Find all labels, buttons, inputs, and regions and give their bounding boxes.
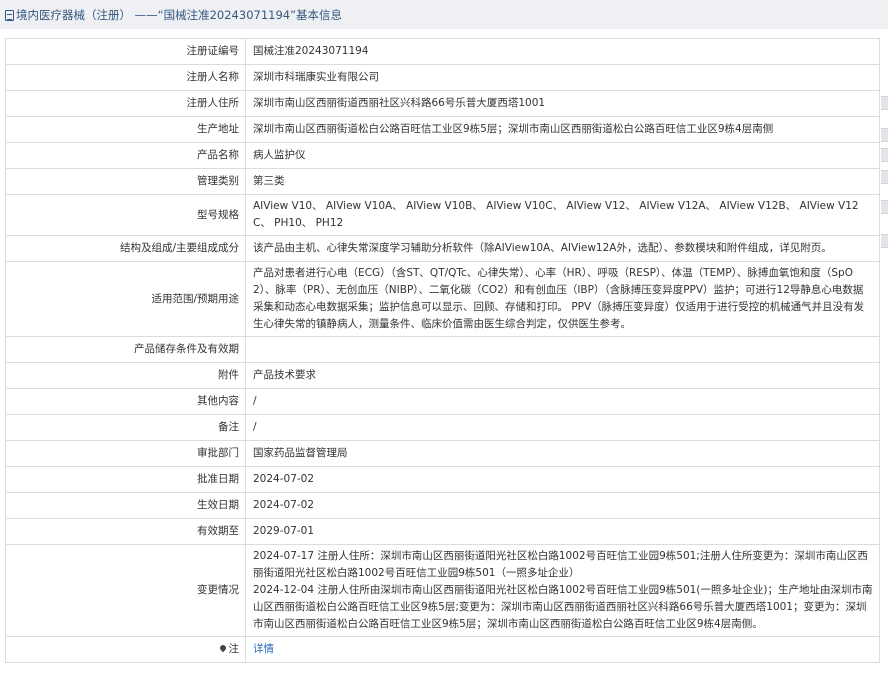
table-row: 其他内容 /: [5, 388, 880, 415]
row-value: 2024-07-02: [245, 466, 880, 493]
row-value: 2029-07-01: [245, 518, 880, 545]
row-label: 生效日期: [5, 492, 246, 519]
row-label: 产品储存条件及有效期: [5, 336, 246, 363]
table-row: 批准日期 2024-07-02: [5, 466, 880, 493]
note-label: 注: [5, 636, 246, 663]
table-row: 结构及组成/主要组成成分 该产品由主机、心律失常深度学习辅助分析软件（除AIVi…: [5, 235, 880, 262]
change-entry: 2024-12-04 注册人住所由深圳市南山区西丽街道阳光社区松白路1002号百…: [253, 584, 873, 630]
row-value: 国家药品监督管理局: [245, 440, 880, 467]
side-scroll-marker[interactable]: [881, 96, 888, 110]
table-row: 注册证编号 国械注准20243071194: [5, 38, 880, 65]
info-table: 注册证编号 国械注准20243071194 注册人名称 深圳市科瑞康实业有限公司…: [5, 38, 880, 663]
side-scroll-marker[interactable]: [881, 128, 888, 142]
change-history: 2024-07-17 注册人住所：深圳市南山区西丽街道阳光社区松白路1002号百…: [245, 544, 880, 637]
row-label: 管理类别: [5, 168, 246, 195]
table-row: 产品名称 病人监护仪: [5, 142, 880, 169]
row-label: 审批部门: [5, 440, 246, 467]
table-row: 有效期至 2029-07-01: [5, 518, 880, 545]
row-value: 深圳市南山区西丽街道松白公路百旺信工业区9栋5层；深圳市南山区西丽街道松白公路百…: [245, 116, 880, 143]
row-label: 注册人名称: [5, 64, 246, 91]
row-value: 深圳市科瑞康实业有限公司: [245, 64, 880, 91]
table-row: 产品储存条件及有效期: [5, 336, 880, 363]
table-row: 备注 /: [5, 414, 880, 441]
row-label: 产品名称: [5, 142, 246, 169]
table-row: 管理类别 第三类: [5, 168, 880, 195]
row-label: 注册人住所: [5, 90, 246, 117]
side-scroll-marker[interactable]: [881, 170, 888, 184]
row-value: 病人监护仪: [245, 142, 880, 169]
table-row: 生效日期 2024-07-02: [5, 492, 880, 519]
note-value: 详情: [245, 636, 880, 663]
change-entry: 2024-07-17 注册人住所：深圳市南山区西丽街道阳光社区松白路1002号百…: [253, 550, 868, 579]
table-row: 注册人住所 深圳市南山区西丽街道西丽社区兴科路66号乐普大厦西塔1001: [5, 90, 880, 117]
pin-icon: [218, 643, 227, 653]
row-value: /: [245, 414, 880, 441]
table-row: 注 详情: [5, 636, 880, 663]
row-label: 有效期至: [5, 518, 246, 545]
row-value: 2024-07-02: [245, 492, 880, 519]
row-label: 批准日期: [5, 466, 246, 493]
row-label: 生产地址: [5, 116, 246, 143]
row-label: 适用范围/预期用途: [5, 261, 246, 337]
row-label: 附件: [5, 362, 246, 389]
row-label: 其他内容: [5, 388, 246, 415]
side-scroll-marker[interactable]: [881, 234, 888, 248]
row-value: 深圳市南山区西丽街道西丽社区兴科路66号乐普大厦西塔1001: [245, 90, 880, 117]
table-row: 型号规格 AIView V10、 AIView V10A、 AIView V10…: [5, 194, 880, 236]
row-value: 产品对患者进行心电（ECG）（含ST、QT/QTc、心律失常）、心率（HR）、呼…: [245, 261, 880, 337]
table-row: 注册人名称 深圳市科瑞康实业有限公司: [5, 64, 880, 91]
row-label: 型号规格: [5, 194, 246, 236]
side-scroll-marker[interactable]: [881, 148, 888, 162]
row-label: 变更情况: [5, 544, 246, 637]
row-label: 注册证编号: [5, 38, 246, 65]
row-label: 备注: [5, 414, 246, 441]
row-value: 国械注准20243071194: [245, 38, 880, 65]
title-bar: 境内医疗器械（注册） ——“国械注准20243071194”基本信息: [0, 0, 888, 29]
row-value: 该产品由主机、心律失常深度学习辅助分析软件（除AIView10A、AIView1…: [245, 235, 880, 262]
table-row: 变更情况 2024-07-17 注册人住所：深圳市南山区西丽街道阳光社区松白路1…: [5, 544, 880, 637]
row-value: 第三类: [245, 168, 880, 195]
row-label: 结构及组成/主要组成成分: [5, 235, 246, 262]
row-value: [245, 336, 880, 363]
note-label-text: 注: [228, 643, 240, 655]
page-title-text: 境内医疗器械（注册） ——“国械注准20243071194”基本信息: [16, 8, 343, 22]
side-scroll-marker[interactable]: [881, 200, 888, 214]
row-value: 产品技术要求: [245, 362, 880, 389]
row-value: AIView V10、 AIView V10A、 AIView V10B、 AI…: [245, 194, 880, 236]
table-row: 附件 产品技术要求: [5, 362, 880, 389]
details-link[interactable]: 详情: [253, 643, 274, 655]
row-value: /: [245, 388, 880, 415]
table-row: 生产地址 深圳市南山区西丽街道松白公路百旺信工业区9栋5层；深圳市南山区西丽街道…: [5, 116, 880, 143]
document-icon: [5, 10, 14, 21]
table-row: 审批部门 国家药品监督管理局: [5, 440, 880, 467]
table-row: 适用范围/预期用途 产品对患者进行心电（ECG）（含ST、QT/QTc、心律失常…: [5, 261, 880, 337]
page-title: 境内医疗器械（注册） ——“国械注准20243071194”基本信息: [5, 7, 342, 23]
